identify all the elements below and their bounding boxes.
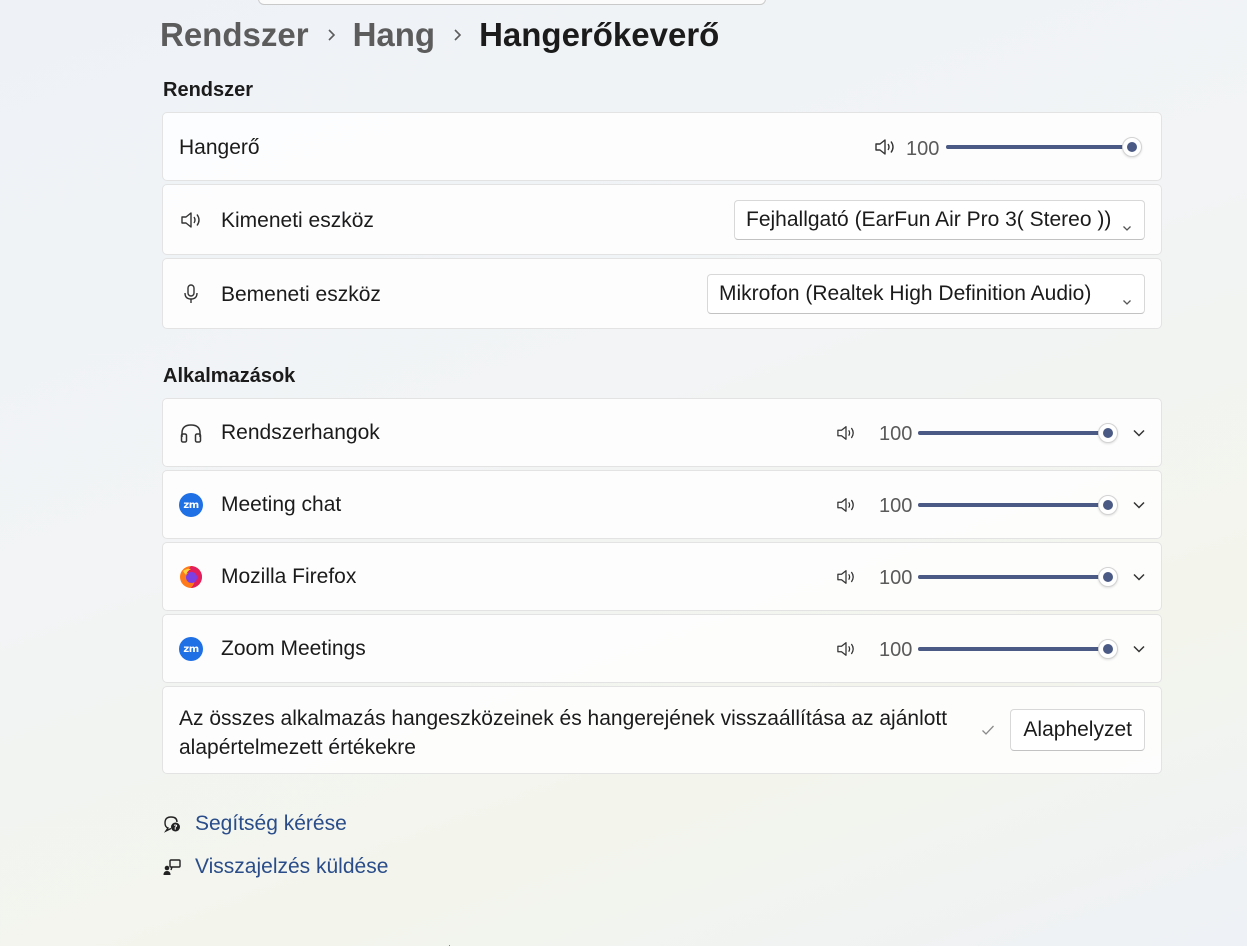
speaker-icon[interactable] [835,566,857,588]
master-volume-label: Hangerő [179,136,260,159]
app-name: Zoom Meetings [221,637,366,660]
app-volume-value: 100 [879,495,913,517]
zoom-icon: zm [179,637,203,661]
help-link-text[interactable]: Segítség kérése [195,812,347,836]
app-name: Rendszerhangok [221,421,380,444]
master-volume-card: Hangerő 100 [162,112,1162,181]
chevron-right-icon [435,28,479,42]
chevron-down-icon [1122,289,1132,313]
master-volume-value: 100 [906,138,940,160]
app-row-zoom-meetings: zm Zoom Meetings 100 [162,614,1162,683]
breadcrumb-item-hang[interactable]: Hang [353,16,436,54]
slider-thumb[interactable] [1098,639,1118,659]
slider-fill [918,503,1108,507]
help-link[interactable]: ? Segítség kérése [162,812,347,836]
chevron-down-icon[interactable] [1131,569,1147,585]
speaker-icon[interactable] [835,422,857,444]
microphone-icon [179,282,203,306]
slider-fill [918,431,1108,435]
app-volume-slider[interactable] [918,639,1118,659]
app-name: Meeting chat [221,493,342,516]
checkmark-icon [981,723,995,741]
speaker-icon[interactable] [835,638,857,660]
app-row-system-sounds: Rendszerhangok 100 [162,398,1162,467]
zoom-logo: zm [179,493,203,517]
headphones-icon [179,421,203,445]
output-device-dropdown[interactable]: Fejhallgató (EarFun Air Pro 3( Stereo )) [734,200,1145,240]
slider-fill [946,145,1133,149]
master-volume-slider[interactable] [946,137,1143,157]
firefox-icon [179,565,203,589]
slider-fill [918,647,1108,651]
zoom-icon: zm [179,493,203,517]
feedback-icon [162,857,182,877]
app-volume-slider[interactable] [918,567,1118,587]
chevron-right-icon [309,28,353,42]
chevron-down-icon [1122,215,1132,239]
breadcrumb-item-rendszer[interactable]: Rendszer [160,16,309,54]
chevron-down-icon[interactable] [1131,425,1147,441]
app-volume-slider[interactable] [918,495,1118,515]
app-volume-value: 100 [879,639,913,661]
output-device-label: Kimeneti eszköz [221,209,374,232]
help-chat-icon: ? [162,814,182,834]
section-title-apps: Alkalmazások [163,365,296,387]
input-device-card: Bemeneti eszköz Mikrofon (Realtek High D… [162,258,1162,329]
app-row-meeting-chat: zm Meeting chat 100 [162,470,1162,539]
slider-thumb[interactable] [1122,137,1143,157]
slider-thumb[interactable] [1098,423,1118,443]
speaker-icon[interactable] [874,136,896,158]
feedback-link[interactable]: Visszajelzés küldése [162,855,388,879]
section-title-system: Rendszer [163,79,254,101]
search-box-edge[interactable] [258,0,766,5]
zoom-logo: zm [179,637,203,661]
reset-card: Az összes alkalmazás hangeszközeinek és … [162,686,1162,774]
slider-thumb[interactable] [1098,495,1118,515]
output-device-card: Kimeneti eszköz Fejhallgató (EarFun Air … [162,184,1162,255]
app-volume-value: 100 [879,567,913,589]
slider-thumb[interactable] [1098,567,1118,587]
input-device-selected: Mikrofon (Realtek High Definition Audio) [719,282,1092,305]
chevron-down-icon[interactable] [1131,641,1147,657]
mouse-cursor-icon [449,940,457,946]
feedback-link-text[interactable]: Visszajelzés küldése [195,855,388,879]
output-device-selected: Fejhallgató (EarFun Air Pro 3( Stereo )) [746,208,1112,231]
page-title: Hangerőkeverő [479,16,720,53]
input-device-dropdown[interactable]: Mikrofon (Realtek High Definition Audio) [707,274,1145,314]
app-volume-value: 100 [879,423,913,445]
reset-description: Az összes alkalmazás hangeszközeinek és … [179,707,948,759]
reset-button[interactable]: Alaphelyzet [1010,709,1145,751]
app-row-firefox: Mozilla Firefox 100 [162,542,1162,611]
chevron-down-icon[interactable] [1131,497,1147,513]
app-volume-slider[interactable] [918,423,1118,443]
app-name: Mozilla Firefox [221,565,357,588]
speaker-icon[interactable] [835,494,857,516]
svg-text:?: ? [173,824,177,832]
input-device-label: Bemeneti eszköz [221,283,381,306]
speaker-icon [179,208,203,232]
slider-fill [918,575,1108,579]
breadcrumb: Rendszer Hang Hangerőkeverő [160,14,719,56]
